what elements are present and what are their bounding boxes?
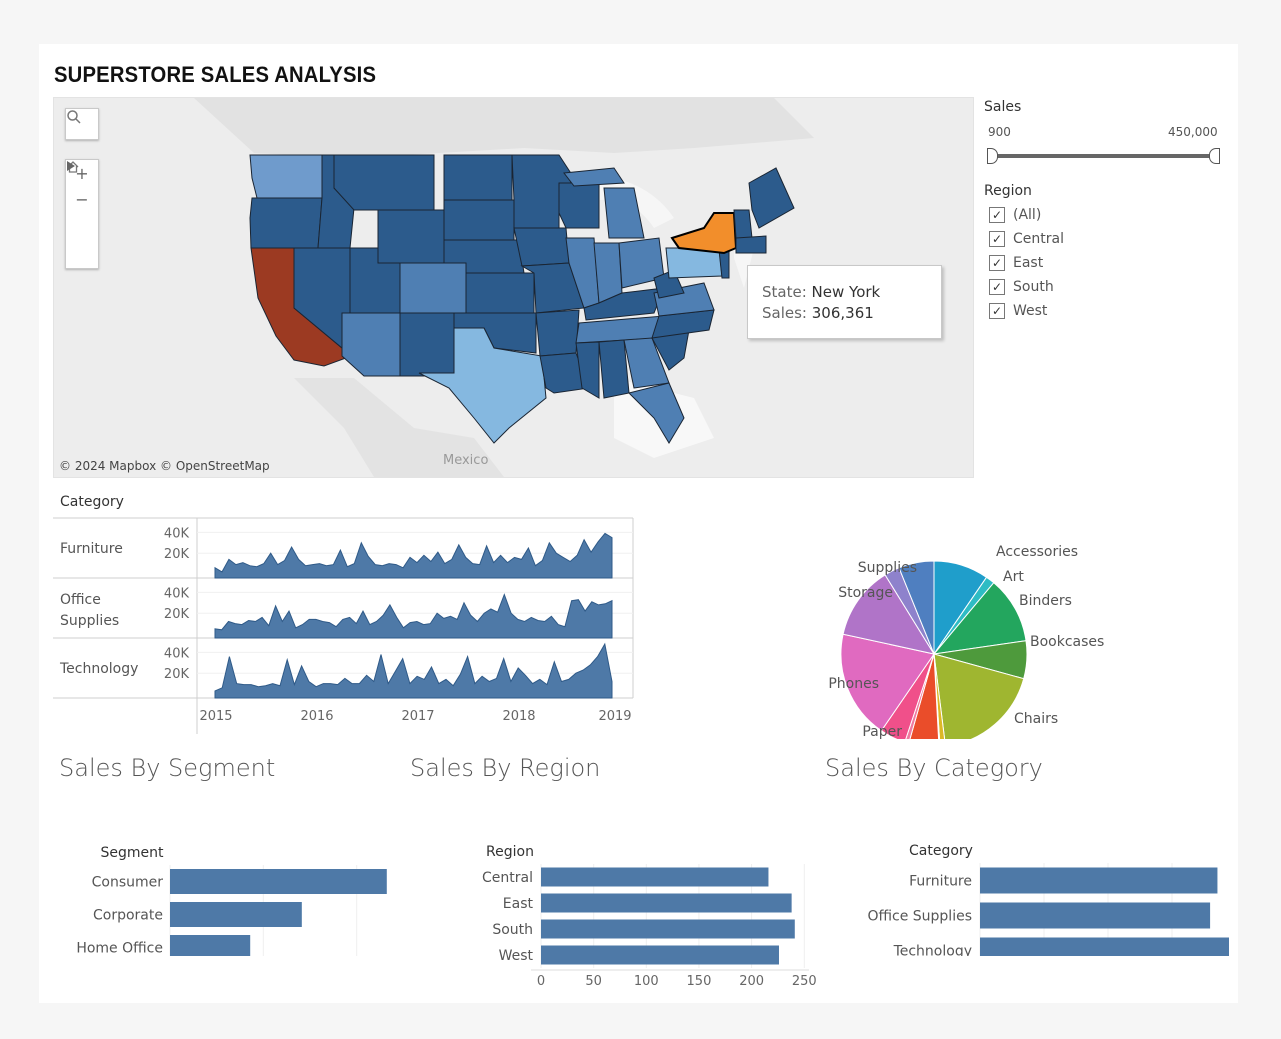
- axis-header: Segment: [101, 845, 165, 861]
- category-area-chart[interactable]: Furniture 40K 20K Office Supplies 40K 20K Techn…: [53, 512, 635, 734]
- category-label: Furniture: [909, 874, 972, 890]
- sales-filter-max: 450,000: [1168, 125, 1218, 139]
- map-attribution[interactable]: © 2024 Mapbox © OpenStreetMap: [59, 459, 270, 473]
- bar-west: [541, 945, 779, 965]
- category-bar-chart[interactable]: Category0K200K400K600K800KFurnitureOffic…: [819, 796, 1229, 956]
- bar-east: [541, 893, 792, 913]
- minus-icon[interactable]: −: [66, 186, 98, 212]
- x-tick-label: 100: [634, 974, 659, 989]
- region-option-all[interactable]: ✓ (All): [989, 207, 1041, 223]
- pie-label: Storage: [838, 585, 893, 601]
- region-bar-chart[interactable]: Region 0 50 100 150 200 250 Central East South Wes…: [409, 796, 819, 991]
- sales-filter-min: 900: [988, 125, 1011, 139]
- y-tick-label: 20K: [164, 667, 190, 682]
- region-filter-title: Region: [984, 183, 1032, 199]
- sub-category-pie-chart[interactable]: AccessoriesArtBindersBookcasesChairsEnve…: [779, 499, 1119, 739]
- map-tooltip: State: New York Sales: 306,361: [747, 265, 942, 339]
- y-tick-label: 20K: [164, 547, 190, 562]
- area-series-furniture: [214, 532, 613, 579]
- page-title: SUPERSTORE SALES ANALYSIS: [54, 62, 377, 87]
- region-option-west[interactable]: ✓ West: [989, 303, 1047, 319]
- segment-bar-chart[interactable]: Segment0K500K1000KConsumerCorporateHome …: [59, 796, 404, 956]
- bar-consumer: [170, 869, 387, 894]
- bar-office-supplies: [980, 902, 1211, 929]
- pie-label: Binders: [1019, 593, 1072, 609]
- bar-central: [541, 867, 769, 887]
- category-label: Corporate: [93, 908, 163, 924]
- sales-range-slider[interactable]: [991, 154, 1215, 158]
- axis-header: Region: [486, 844, 534, 860]
- checkbox-checked-icon[interactable]: ✓: [989, 231, 1005, 247]
- bar-home-office: [170, 935, 251, 956]
- bar-technology: [980, 937, 1229, 956]
- checkbox-checked-icon[interactable]: ✓: [989, 279, 1005, 295]
- y-tick-label: 40K: [164, 586, 190, 601]
- axis-header: Category: [909, 843, 973, 859]
- sales-map[interactable]: + − State: New York Sales: 306,361 © 202…: [53, 97, 974, 478]
- category-label: Central: [482, 870, 533, 886]
- region-option-south[interactable]: ✓ South: [989, 279, 1054, 295]
- category-label: South: [492, 922, 533, 938]
- category-label: East: [503, 896, 534, 912]
- bar-corporate: [170, 902, 302, 927]
- pie-label: Bookcases: [1030, 634, 1104, 650]
- bar-south: [541, 919, 795, 939]
- segment-chart-title: Sales By Segment: [59, 754, 276, 782]
- x-tick-label: 250: [792, 974, 817, 989]
- dashboard: SUPERSTORE SALES ANALYSIS + − State: New…: [39, 44, 1238, 1003]
- sales-filter-title: Sales: [984, 99, 1022, 115]
- area-chart-header: Category: [60, 494, 124, 510]
- checkbox-checked-icon[interactable]: ✓: [989, 255, 1005, 271]
- x-tick-label: 2016: [300, 709, 333, 724]
- tooltip-state-label: State:: [762, 283, 807, 301]
- row-label: Supplies: [60, 613, 119, 629]
- play-icon[interactable]: [66, 161, 98, 268]
- row-label: Technology: [59, 661, 138, 677]
- map-zoom-tools[interactable]: + −: [65, 159, 99, 269]
- region-option-central[interactable]: ✓ Central: [989, 231, 1064, 247]
- category-chart-title: Sales By Category: [825, 754, 1043, 782]
- x-tick-label: 2017: [401, 709, 434, 724]
- map-label-mexico: Mexico: [443, 453, 489, 468]
- x-tick-label: 2015: [199, 709, 232, 724]
- region-chart-title: Sales By Region: [410, 754, 601, 782]
- tooltip-state-value: New York: [811, 283, 881, 301]
- category-label: Consumer: [92, 875, 164, 891]
- pie-label: Chairs: [1014, 711, 1058, 727]
- x-tick-label: 150: [687, 974, 712, 989]
- pie-label: Paper: [862, 724, 902, 739]
- pie-label: Art: [1003, 569, 1024, 585]
- pie-label: Accessories: [996, 544, 1078, 560]
- row-label: Furniture: [60, 541, 123, 557]
- search-icon[interactable]: [66, 109, 98, 139]
- slider-max-handle[interactable]: [1209, 148, 1220, 164]
- x-tick-label: 0: [537, 974, 545, 989]
- bar-furniture: [980, 867, 1218, 894]
- category-label: Technology: [893, 944, 972, 957]
- row-label: Office: [60, 592, 101, 608]
- x-tick-label: 200: [739, 974, 764, 989]
- pie-label: Supplies: [858, 560, 917, 576]
- category-label: West: [499, 948, 534, 964]
- checkbox-checked-icon[interactable]: ✓: [989, 207, 1005, 223]
- category-label: Office Supplies: [867, 909, 972, 925]
- tooltip-sales-label: Sales:: [762, 304, 807, 322]
- map-search-tool[interactable]: [65, 108, 99, 140]
- home-icon[interactable]: [66, 161, 98, 238]
- pie-label: Phones: [828, 676, 879, 692]
- y-tick-label: 20K: [164, 607, 190, 622]
- x-tick-label: 50: [585, 974, 602, 989]
- x-tick-label: 2019: [598, 709, 631, 724]
- y-tick-label: 40K: [164, 526, 190, 541]
- region-option-east[interactable]: ✓ East: [989, 255, 1043, 271]
- checkbox-checked-icon[interactable]: ✓: [989, 303, 1005, 319]
- y-tick-label: 40K: [164, 646, 190, 661]
- category-label: Home Office: [76, 941, 163, 957]
- x-tick-label: 2018: [502, 709, 535, 724]
- tooltip-sales-value: 306,361: [811, 304, 874, 322]
- slider-min-handle[interactable]: [987, 148, 998, 164]
- area-series-office-supplies: [214, 593, 613, 639]
